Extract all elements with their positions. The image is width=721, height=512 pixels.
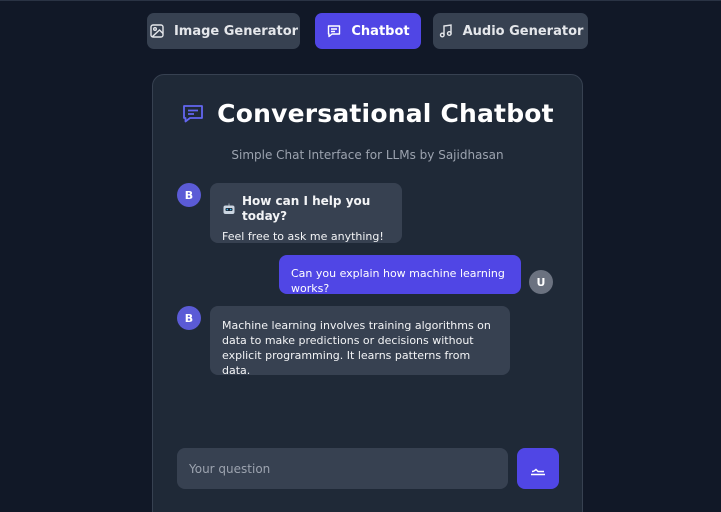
message-text: Machine learning involves training algor… bbox=[222, 319, 491, 377]
robot-icon bbox=[222, 203, 236, 215]
page-subtitle: Simple Chat Interface for LLMs by Sajidh… bbox=[231, 148, 504, 162]
message-heading: How can I help you today? bbox=[222, 194, 390, 224]
mode-tabs: Image Generator Chatbot Audio Generator bbox=[0, 13, 721, 49]
message-text: Can you explain how machine learning wor… bbox=[291, 267, 505, 295]
bot-avatar: B bbox=[177, 183, 201, 207]
user-avatar: U bbox=[529, 270, 553, 294]
chat-icon bbox=[181, 102, 205, 126]
user-message: Can you explain how machine learning wor… bbox=[279, 255, 521, 295]
message-text: Feel free to ask me anything! bbox=[222, 230, 384, 243]
question-input[interactable] bbox=[177, 448, 508, 489]
message-heading-text: How can I help you today? bbox=[242, 194, 371, 223]
chat-icon bbox=[326, 23, 342, 39]
bot-avatar: B bbox=[177, 306, 201, 330]
tab-label: Audio Generator bbox=[462, 23, 584, 39]
page-title: Conversational Chatbot bbox=[217, 99, 554, 128]
chatbot-card: Conversational Chatbot Simple Chat Inter… bbox=[152, 74, 583, 512]
send-icon bbox=[529, 460, 547, 478]
tab-image-generator[interactable]: Image Generator bbox=[147, 13, 300, 49]
music-note-icon bbox=[438, 23, 454, 39]
image-icon bbox=[149, 23, 165, 39]
tab-label: Chatbot bbox=[351, 23, 410, 39]
send-button[interactable] bbox=[517, 448, 559, 489]
page-header: Conversational Chatbot bbox=[153, 99, 582, 128]
bot-message: Machine learning involves training algor… bbox=[210, 306, 510, 377]
bot-message: How can I help you today? Feel free to a… bbox=[210, 183, 402, 243]
tab-audio-generator[interactable]: Audio Generator bbox=[433, 13, 588, 49]
tab-label: Image Generator bbox=[173, 23, 299, 39]
tab-chatbot[interactable]: Chatbot bbox=[315, 13, 421, 49]
